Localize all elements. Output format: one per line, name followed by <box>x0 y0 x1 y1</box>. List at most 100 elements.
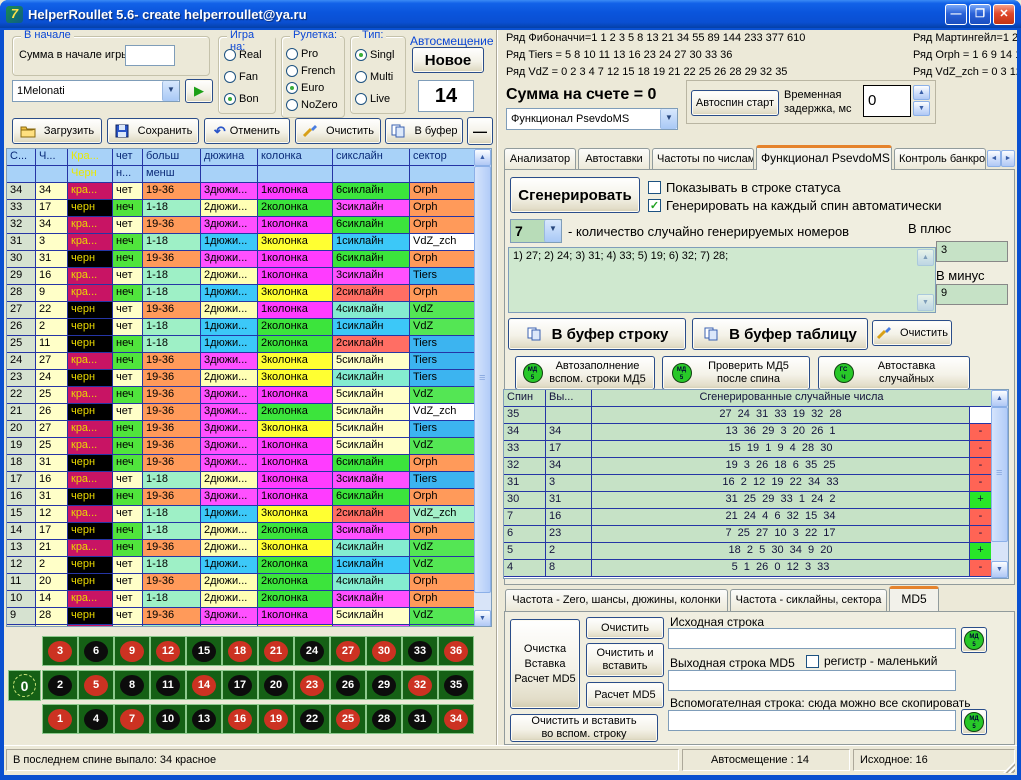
md5-source-run-button[interactable]: МД5 <box>961 627 987 653</box>
board-cell-17[interactable]: 17 <box>222 670 258 700</box>
minimize-button[interactable]: — <box>945 4 967 25</box>
board-cell-32[interactable]: 32 <box>402 670 438 700</box>
board-cell-13[interactable]: 13 <box>186 704 222 734</box>
board-cell-31[interactable]: 31 <box>402 704 438 734</box>
mode-combo[interactable]: Функционал PsevdoMS ▼ <box>506 108 678 130</box>
count-combo[interactable]: 7 ▼ <box>510 219 562 243</box>
table-row[interactable]: 2027кра...неч19-363дюжи...3колонка5сикла… <box>7 421 491 438</box>
autofill-md5-button[interactable]: МД5 Автозаполнение вспом. строки МД5 <box>515 356 655 390</box>
table-row[interactable]: 1512кра...чет1-181дюжи...3колонка2сиклай… <box>7 506 491 523</box>
delay-spinner[interactable]: ▲ ▼ <box>913 85 930 117</box>
table-row[interactable]: 2126чернчет19-363дюжи...2колонка5сиклайн… <box>7 404 491 421</box>
scroll-up-icon[interactable]: ▲ <box>474 149 491 166</box>
md5-output-input[interactable] <box>668 670 956 691</box>
delay-input[interactable]: 0 <box>863 85 911 117</box>
clear-sequence-button[interactable]: Очистить <box>872 320 952 346</box>
board-cell-9[interactable]: 9 <box>114 636 150 666</box>
history-scrollbar[interactable]: ▲ ▼ <box>474 149 491 627</box>
board-cell-25[interactable]: 25 <box>330 704 366 734</box>
board-cell-28[interactable]: 28 <box>366 704 402 734</box>
tab-bankroll[interactable]: Контроль банкролла <box>894 148 986 170</box>
table-row[interactable]: 928чернчет19-363дюжи...1колонка5сиклайнV… <box>7 608 491 625</box>
table-row[interactable]: 2916кра...чет1-182дюжи...1колонка3сиклай… <box>7 268 491 285</box>
board-cell-26[interactable]: 26 <box>330 670 366 700</box>
checkbox-auto-generate[interactable]: ✓ Генерировать на каждый спин автоматиче… <box>648 198 942 213</box>
table-row[interactable]: 3031черннеч19-363дюжи...1колонка6сиклайн… <box>7 251 491 268</box>
table-row[interactable]: 1831черннеч19-363дюжи...1колонка6сиклайн… <box>7 455 491 472</box>
md5-aux-run-button[interactable]: МД5 <box>961 709 987 735</box>
scroll-up-icon[interactable]: ▲ <box>917 249 934 266</box>
scroll-down-icon[interactable]: ▼ <box>917 294 934 311</box>
board-cell-22[interactable]: 22 <box>294 704 330 734</box>
checkbox-lowercase[interactable]: регистр - маленький <box>806 654 937 668</box>
table-row[interactable]: 289кра...неч1-181дюжи...3колонка2сиклайн… <box>7 285 491 302</box>
table-row[interactable]: 2324чернчет19-362дюжи...3колонка4сиклайн… <box>7 370 491 387</box>
board-cell-14[interactable]: 14 <box>186 670 222 700</box>
table-row[interactable]: 31316 2 12 19 22 34 33- <box>504 475 1008 492</box>
tab-frequencies[interactable]: Частоты по числам <box>652 148 754 170</box>
md5-clear-button[interactable]: Очистить <box>586 617 664 639</box>
board-cell-33[interactable]: 33 <box>402 636 438 666</box>
table-row[interactable]: 1014кра...чет1-182дюжи...2колонка3сиклай… <box>7 591 491 608</box>
table-row[interactable]: 2511черннеч1-181дюжи...2колонка2сиклайнT… <box>7 336 491 353</box>
md5-aux-input[interactable] <box>668 710 956 731</box>
board-cell-7[interactable]: 7 <box>114 704 150 734</box>
maximize-button[interactable]: ❐ <box>969 4 991 25</box>
table-row[interactable]: 71621 24 4 6 32 15 34- <box>504 509 1008 526</box>
arrow-left-icon[interactable]: ◄ <box>987 150 1001 167</box>
board-cell-20[interactable]: 20 <box>258 670 294 700</box>
table-row[interactable]: 818кра...чет1-182дюжи...3колонка3сиклайн… <box>7 625 491 627</box>
md5-clear-paste-button[interactable]: Очистить и вставить <box>586 643 664 677</box>
chevron-down-icon[interactable]: ▼ <box>162 81 179 101</box>
table-row[interactable]: 2722чернчет19-362дюжи...1колонка4сиклайн… <box>7 302 491 319</box>
table-row[interactable]: 3527 24 31 33 19 32 28 <box>504 407 1008 424</box>
radio-bon[interactable]: Bon <box>224 93 259 105</box>
board-cell-16[interactable]: 16 <box>222 704 258 734</box>
board-cell-5[interactable]: 5 <box>78 670 114 700</box>
minus-value-field[interactable]: 9 <box>936 284 1008 305</box>
buffer-table-button[interactable]: В буфер таблицу <box>692 318 868 350</box>
table-row[interactable]: 3317черннеч1-182дюжи...2колонка3сиклайнO… <box>7 200 491 217</box>
board-cell-15[interactable]: 15 <box>186 636 222 666</box>
table-row[interactable]: 5218 2 5 30 34 9 20+ <box>504 543 1008 560</box>
plus-value-field[interactable]: 3 <box>936 241 1008 262</box>
spin-down-icon[interactable]: ▼ <box>913 101 930 116</box>
tab-autobets[interactable]: Автоставки <box>578 148 650 170</box>
table-row[interactable]: 3434кра...чет19-363дюжи...1колонка6сикла… <box>7 183 491 200</box>
close-button[interactable]: ✕ <box>993 4 1015 25</box>
tab-scroll-arrows[interactable]: ◄ ► <box>987 150 1015 167</box>
board-cell-23[interactable]: 23 <box>294 670 330 700</box>
table-row[interactable]: 485 1 26 0 12 3 33- <box>504 560 1008 577</box>
board-cell-24[interactable]: 24 <box>294 636 330 666</box>
save-button[interactable]: Сохранить <box>107 118 199 144</box>
board-cell-12[interactable]: 12 <box>150 636 186 666</box>
board-cell-27[interactable]: 27 <box>330 636 366 666</box>
board-cell-30[interactable]: 30 <box>366 636 402 666</box>
board-cell-18[interactable]: 18 <box>222 636 258 666</box>
load-button[interactable]: Загрузить <box>12 118 102 144</box>
new-button[interactable]: Новое <box>412 47 484 73</box>
table-row[interactable]: 313кра...неч1-181дюжи...3колонка1сиклайн… <box>7 234 491 251</box>
board-cell-34[interactable]: 34 <box>438 704 474 734</box>
board-cell-1[interactable]: 1 <box>42 704 78 734</box>
buffer-row-button[interactable]: В буфер строку <box>508 318 686 350</box>
table-row[interactable]: 3234кра...чет19-363дюжи...1колонка6сикла… <box>7 217 491 234</box>
tab-analyzer[interactable]: Анализатор <box>504 148 576 170</box>
arrow-right-icon[interactable]: ► <box>1001 150 1015 167</box>
sequence-textarea[interactable]: 1) 27; 2) 24; 3) 31; 4) 33; 5) 19; 6) 32… <box>508 247 936 313</box>
table-row[interactable]: 6237 25 27 10 3 22 17- <box>504 526 1008 543</box>
checkbox-show-status[interactable]: Показывать в строке статуса <box>648 180 841 195</box>
tab-freq-sectors[interactable]: Частота - сиклайны, сектора <box>730 589 887 611</box>
radio-euro[interactable]: Euro <box>286 82 324 94</box>
table-row[interactable]: 323419 3 26 18 6 35 25- <box>504 458 1008 475</box>
scroll-down-icon[interactable]: ▼ <box>474 610 491 627</box>
buffer-button[interactable]: В буфер <box>385 118 463 144</box>
profile-combo[interactable]: 1Melonati ▼ <box>12 80 180 102</box>
table-row[interactable]: 122чернчет1-181дюжи...2колонка1сиклайнVd… <box>7 557 491 574</box>
md5-clear-paste-aux-button[interactable]: Очистить и вставить во вспом. строку <box>510 714 658 742</box>
chevron-down-icon[interactable]: ▼ <box>544 220 561 242</box>
radio-real[interactable]: Real <box>224 49 262 61</box>
radio-singl[interactable]: Singl <box>355 49 394 61</box>
board-cell-21[interactable]: 21 <box>258 636 294 666</box>
play-button[interactable]: ▶ <box>185 79 213 103</box>
